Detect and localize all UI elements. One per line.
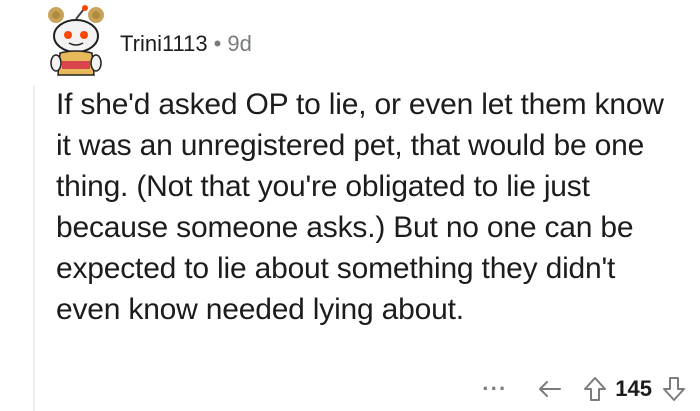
user-avatar[interactable] — [44, 5, 108, 79]
username-link[interactable]: Trini1113 — [120, 31, 208, 56]
downvote-button[interactable] — [662, 376, 686, 402]
reply-arrow-icon — [539, 381, 562, 397]
comment-age: 9d — [227, 31, 252, 56]
comment-actions: ··· 145 — [482, 374, 686, 404]
thread-line[interactable] — [33, 86, 35, 411]
upvote-button[interactable] — [583, 376, 607, 402]
reply-button[interactable] — [537, 378, 563, 400]
comment-text: If she'd asked OP to lie, or even let th… — [56, 88, 664, 326]
vote-score: 145 — [615, 376, 652, 401]
upvote-arrow-icon — [584, 377, 607, 401]
downvote-arrow-icon — [663, 377, 685, 401]
comment-body: If she'd asked OP to lie, or even let th… — [56, 84, 686, 330]
more-options-button[interactable]: ··· — [482, 378, 507, 400]
meta-separator: • — [213, 31, 222, 56]
snoo-avatar-icon — [48, 5, 104, 76]
comment-meta: Trini1113 • 9d — [120, 30, 252, 58]
